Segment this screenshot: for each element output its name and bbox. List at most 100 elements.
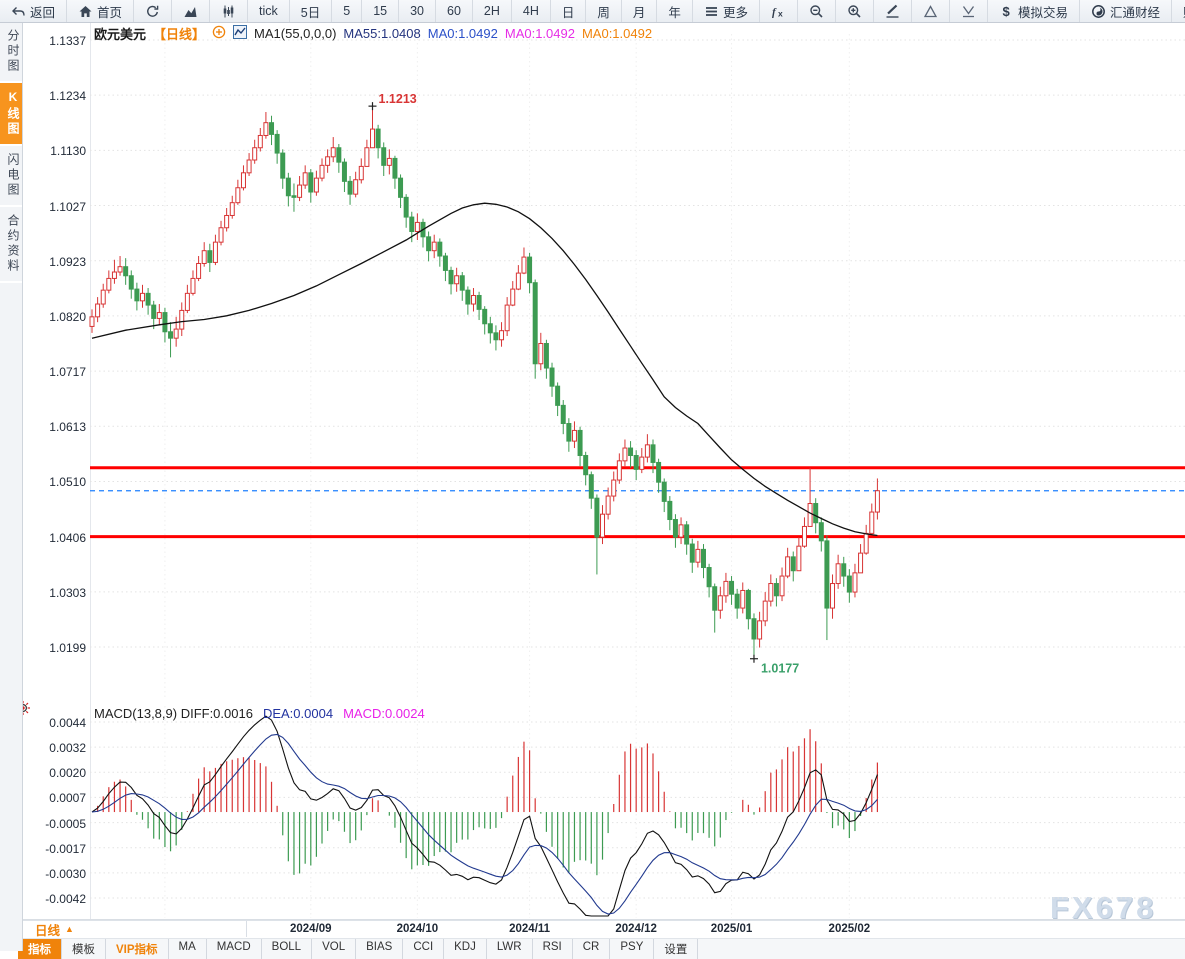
candle-chart-icon bbox=[221, 4, 236, 19]
tab-settings[interactable]: 设置 bbox=[654, 939, 698, 959]
tab-ma[interactable]: MA bbox=[169, 939, 207, 959]
tab-cci[interactable]: CCI bbox=[403, 939, 444, 959]
period-5m-button[interactable]: 5 bbox=[332, 0, 362, 22]
period-selector[interactable]: 日线 ▲ bbox=[22, 921, 247, 937]
huitong-icon bbox=[1091, 4, 1106, 19]
calendar-button[interactable]: 财经日历 bbox=[1172, 0, 1185, 22]
tab-kdj[interactable]: KDJ bbox=[444, 939, 487, 959]
period-15m-button[interactable]: 15 bbox=[362, 0, 399, 22]
date-axis-label: 2025/01 bbox=[711, 923, 753, 935]
period-year-button-label: 年 bbox=[668, 2, 681, 21]
mini-kline-icon[interactable] bbox=[233, 25, 247, 42]
macd-axis-label: -0.0042 bbox=[24, 892, 86, 906]
period-30m-button[interactable]: 30 bbox=[399, 0, 436, 22]
fx-icon: fx bbox=[771, 4, 786, 19]
sidebar-item-kline[interactable]: K线图 bbox=[0, 83, 22, 146]
svg-text:f: f bbox=[772, 6, 777, 18]
period-week-button[interactable]: 周 bbox=[586, 0, 622, 22]
period-day-button-label: 日 bbox=[562, 2, 575, 21]
zoom-in-icon bbox=[847, 4, 862, 19]
tick-button-label: tick bbox=[259, 4, 278, 18]
triangle-up-button[interactable] bbox=[912, 0, 950, 22]
sidebar-item-lightning[interactable]: 闪电图 bbox=[0, 146, 22, 207]
macd-chart[interactable] bbox=[90, 706, 1185, 918]
macd-axis-label: 0.0007 bbox=[24, 791, 86, 805]
triangle-down-icon bbox=[961, 4, 976, 19]
sidebar-item-contract-info[interactable]: 合约资料 bbox=[0, 207, 22, 283]
tab-boll[interactable]: BOLL bbox=[262, 939, 312, 959]
ma0-value-magenta: MA0:1.0492 bbox=[505, 26, 575, 41]
fx-button[interactable]: fx bbox=[760, 0, 798, 22]
svg-text:x: x bbox=[778, 8, 783, 18]
price-axis-label: 1.1337 bbox=[24, 34, 86, 48]
huitong-button-label: 汇通财经 bbox=[1110, 2, 1160, 21]
price-axis-label: 1.0303 bbox=[24, 586, 86, 600]
period-month-button-label: 月 bbox=[633, 2, 646, 21]
chart-header: 欧元美元 【日线】 MA1(55,0,0,0) MA55:1.0408 MA0:… bbox=[94, 24, 652, 43]
period-tag: 【日线】 bbox=[153, 24, 205, 43]
sidebar-item-timeshare[interactable]: 分时图 bbox=[0, 22, 22, 83]
macd-value: MACD:0.0024 bbox=[343, 706, 425, 721]
tab-vip-indicator[interactable]: VIP指标 bbox=[106, 939, 169, 959]
add-indicator-icon[interactable] bbox=[212, 25, 226, 42]
period-4h-button[interactable]: 4H bbox=[512, 0, 551, 22]
zoom-out-button[interactable] bbox=[798, 0, 836, 22]
macd-axis-label: 0.0044 bbox=[24, 716, 86, 730]
tab-template[interactable]: 模板 bbox=[62, 939, 106, 959]
period-day-button[interactable]: 日 bbox=[551, 0, 587, 22]
tab-lwr[interactable]: LWR bbox=[487, 939, 533, 959]
period-5d-button[interactable]: 5日 bbox=[290, 0, 332, 22]
date-axis-label: 2024/11 bbox=[509, 923, 550, 935]
zoom-in-button[interactable] bbox=[836, 0, 874, 22]
trend-chart-button[interactable] bbox=[172, 0, 210, 22]
draw-button[interactable] bbox=[874, 0, 912, 22]
period-5d-button-label: 5日 bbox=[301, 2, 320, 21]
refresh-icon bbox=[145, 4, 160, 19]
zoom-out-icon bbox=[809, 4, 824, 19]
period-60m-button[interactable]: 60 bbox=[436, 0, 473, 22]
huitong-button[interactable]: 汇通财经 bbox=[1080, 0, 1172, 22]
back-button[interactable]: 返回 bbox=[0, 0, 67, 22]
more-button[interactable]: 更多 bbox=[693, 0, 760, 22]
tick-button[interactable]: tick bbox=[248, 0, 290, 22]
demo-trading-button[interactable]: $模拟交易 bbox=[988, 0, 1080, 22]
home-button[interactable]: 首页 bbox=[67, 0, 134, 22]
price-axis-label: 1.1027 bbox=[24, 200, 86, 214]
macd-axis-label: -0.0030 bbox=[24, 867, 86, 881]
period-year-button[interactable]: 年 bbox=[657, 0, 693, 22]
macd-title-diff: MACD(13,8,9) DIFF:0.0016 bbox=[94, 706, 253, 721]
dollar-icon: $ bbox=[999, 4, 1014, 19]
period-2h-button[interactable]: 2H bbox=[473, 0, 512, 22]
tab-cr[interactable]: CR bbox=[573, 939, 611, 959]
tab-psy[interactable]: PSY bbox=[610, 939, 654, 959]
candlestick-chart[interactable] bbox=[90, 33, 1185, 698]
tab-indicator[interactable]: 指标 bbox=[18, 939, 62, 959]
date-axis-label: 2024/12 bbox=[615, 923, 657, 935]
macd-dea-value: DEA:0.0004 bbox=[263, 706, 333, 721]
tab-bias[interactable]: BIAS bbox=[356, 939, 403, 959]
period-2h-button-label: 2H bbox=[484, 4, 500, 18]
refresh-button[interactable] bbox=[134, 0, 172, 22]
ma0-value-blue: MA0:1.0492 bbox=[428, 26, 498, 41]
tab-vol[interactable]: VOL bbox=[312, 939, 356, 959]
macd-axis-label: -0.0017 bbox=[24, 842, 86, 856]
macd-axis-label: 0.0020 bbox=[24, 766, 86, 780]
period-4h-button-label: 4H bbox=[523, 4, 539, 18]
period-month-button[interactable]: 月 bbox=[622, 0, 658, 22]
indicator-tabs-bar: 指标模板VIP指标MAMACDBOLLVOLBIASCCIKDJLWRRSICR… bbox=[18, 938, 1185, 959]
period-week-button-label: 周 bbox=[597, 2, 610, 21]
macd-axis-label: 0.0032 bbox=[24, 741, 86, 755]
tab-macd[interactable]: MACD bbox=[207, 939, 262, 959]
period-5m-button-label: 5 bbox=[343, 4, 350, 18]
candle-chart-button[interactable] bbox=[210, 0, 248, 22]
draw-icon bbox=[885, 4, 900, 19]
triangle-down-button[interactable] bbox=[950, 0, 988, 22]
ma0-value-orange: MA0:1.0492 bbox=[582, 26, 652, 41]
period-30m-button-label: 30 bbox=[410, 4, 424, 18]
trading-app-window: { "toolbar": { "items": [ {"name":"back-… bbox=[0, 0, 1185, 951]
ma-settings-label: MA1(55,0,0,0) bbox=[254, 26, 336, 41]
tab-rsi[interactable]: RSI bbox=[533, 939, 573, 959]
period-15m-button-label: 15 bbox=[373, 4, 387, 18]
svg-text:$: $ bbox=[1002, 4, 1010, 19]
trend-chart-icon bbox=[183, 4, 198, 19]
